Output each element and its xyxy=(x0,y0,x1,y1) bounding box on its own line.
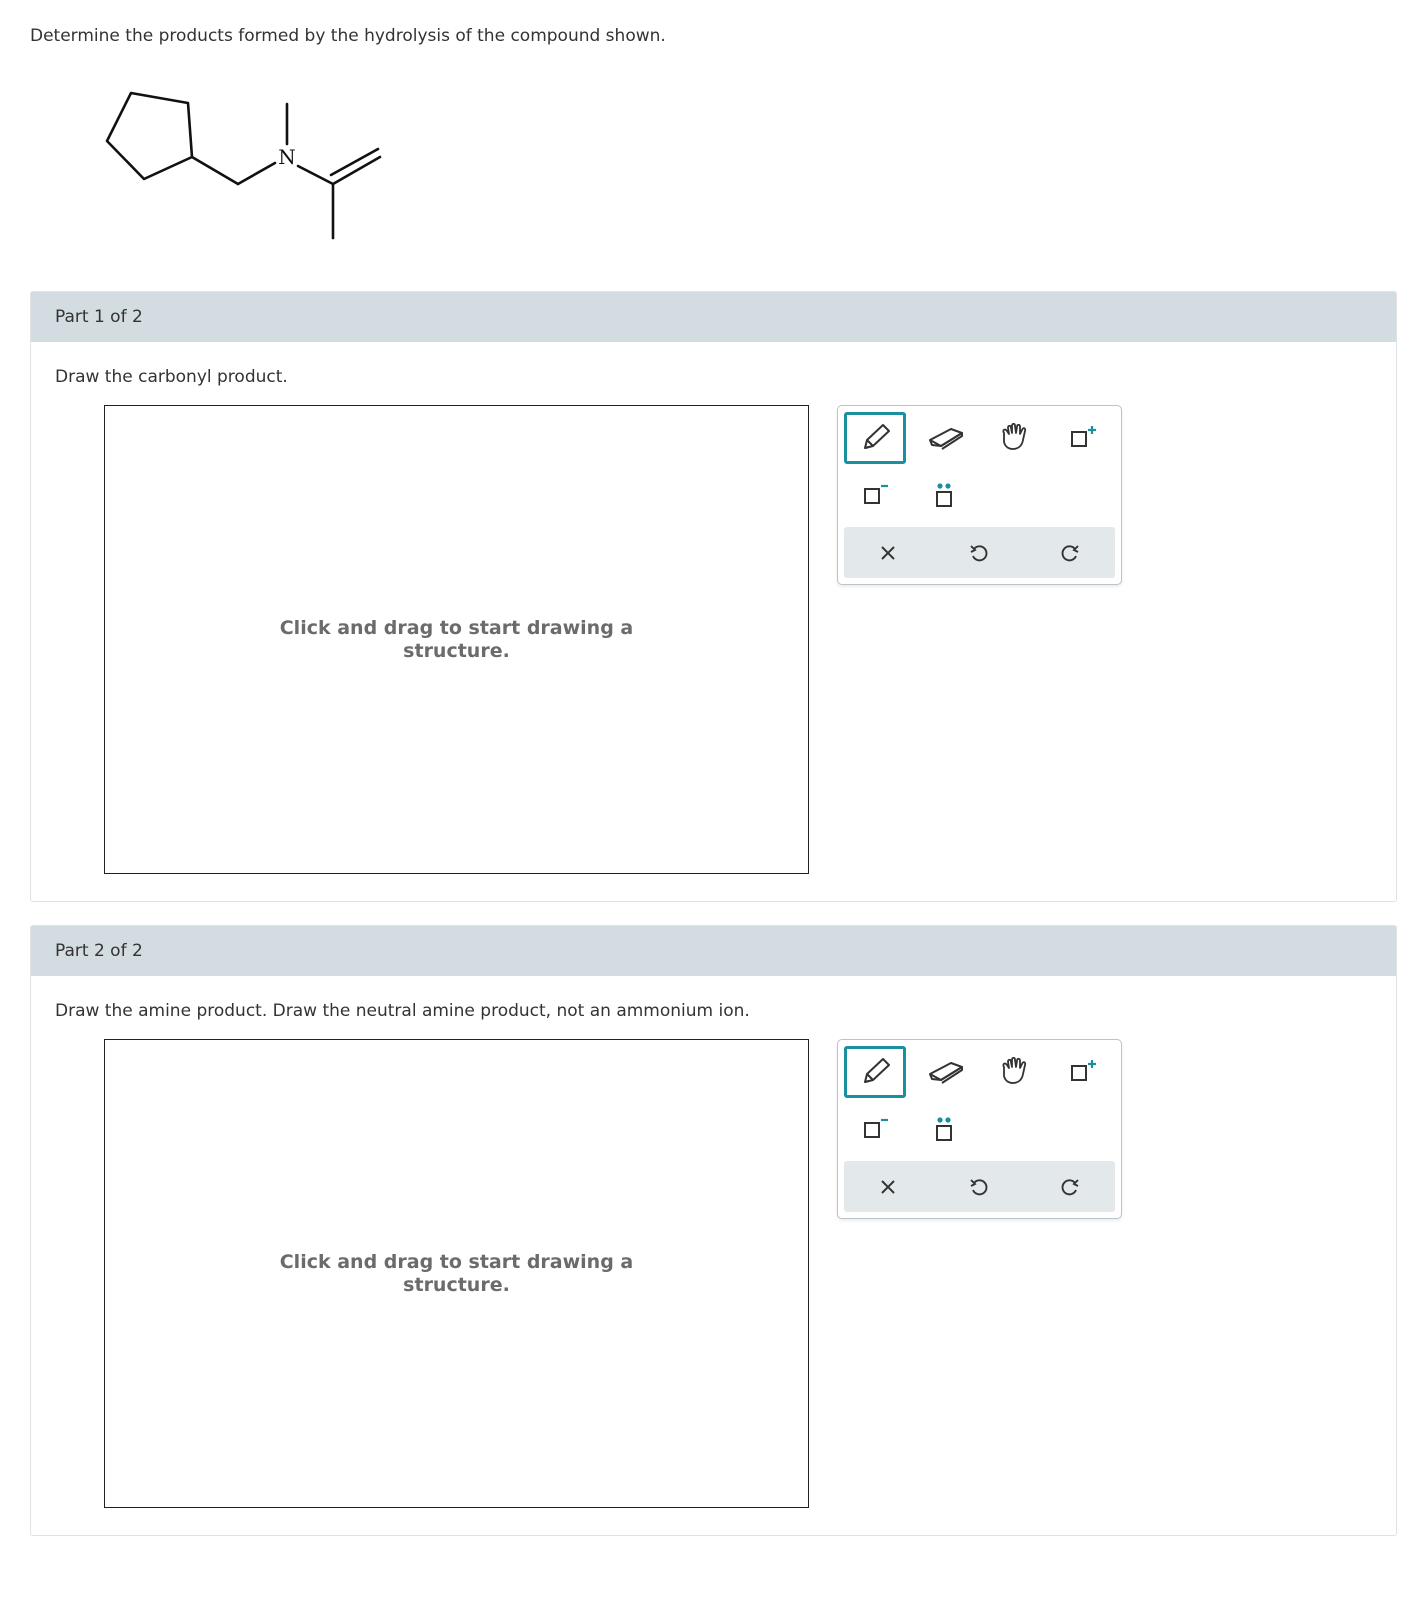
eraser-tool-button[interactable] xyxy=(916,1048,976,1096)
part-2-prompt: Draw the amine product. Draw the neutral… xyxy=(55,1001,750,1021)
undo-icon xyxy=(970,1178,988,1195)
undo-icon xyxy=(970,544,988,561)
part-1: Part 1 of 2 Draw the carbonyl product. C… xyxy=(30,291,1397,902)
redo-button[interactable] xyxy=(1040,1161,1100,1212)
drawing-canvas-2[interactable]: Click and drag to start drawing a struct… xyxy=(104,1039,809,1508)
undo-button[interactable] xyxy=(949,1161,1009,1212)
add-negative-charge-icon xyxy=(864,1118,888,1138)
drawing-canvas-1[interactable]: Click and drag to start drawing a struct… xyxy=(104,405,809,874)
move-tool-button[interactable] xyxy=(984,414,1044,462)
enamine-structure: N xyxy=(105,91,382,240)
redo-button[interactable] xyxy=(1040,527,1100,578)
add-positive-charge-icon xyxy=(1071,1060,1096,1081)
hand-icon xyxy=(1002,1056,1027,1084)
add-positive-charge-icon xyxy=(1071,426,1096,447)
redo-icon xyxy=(1061,544,1079,561)
add-lone-pair-icon xyxy=(936,483,952,507)
hand-icon xyxy=(1002,422,1027,450)
action-bar-2 xyxy=(844,1161,1115,1212)
clear-button[interactable] xyxy=(858,1161,918,1212)
part-2: Part 2 of 2 Draw the amine product. Draw… xyxy=(30,925,1397,1536)
pencil-tool-button[interactable] xyxy=(844,412,906,464)
clear-button[interactable] xyxy=(858,527,918,578)
clear-icon xyxy=(881,545,895,560)
canvas-hint-2: Click and drag to start drawing a struct… xyxy=(279,1250,634,1296)
part-1-prompt: Draw the carbonyl product. xyxy=(55,367,288,387)
negative-charge-tool-button[interactable] xyxy=(844,1104,904,1152)
cyclopentane-ring xyxy=(105,91,194,181)
drawing-toolbar-1 xyxy=(837,405,1122,585)
eraser-tool-button[interactable] xyxy=(916,414,976,462)
eraser-icon xyxy=(929,428,963,450)
part-2-header: Part 2 of 2 xyxy=(31,926,1396,976)
nitrogen-label: N xyxy=(278,145,296,169)
undo-button[interactable] xyxy=(949,527,1009,578)
pencil-tool-button[interactable] xyxy=(844,1046,906,1098)
lone-pair-tool-button[interactable] xyxy=(914,1104,974,1152)
negative-charge-tool-button[interactable] xyxy=(844,470,904,518)
action-bar-1 xyxy=(844,527,1115,578)
clear-icon xyxy=(881,1179,895,1194)
canvas-hint-1: Click and drag to start drawing a struct… xyxy=(279,616,634,662)
pencil-icon xyxy=(864,1058,890,1083)
drawing-toolbar-2 xyxy=(837,1039,1122,1219)
redo-icon xyxy=(1061,1178,1079,1195)
add-negative-charge-icon xyxy=(864,484,888,504)
part-1-header: Part 1 of 2 xyxy=(31,292,1396,342)
pencil-icon xyxy=(864,424,890,449)
positive-charge-tool-button[interactable] xyxy=(1052,1048,1112,1096)
move-tool-button[interactable] xyxy=(984,1048,1044,1096)
eraser-icon xyxy=(929,1062,963,1084)
add-lone-pair-icon xyxy=(936,1117,952,1141)
positive-charge-tool-button[interactable] xyxy=(1052,414,1112,462)
question-text: Determine the products formed by the hyd… xyxy=(30,26,666,46)
lone-pair-tool-button[interactable] xyxy=(914,470,974,518)
